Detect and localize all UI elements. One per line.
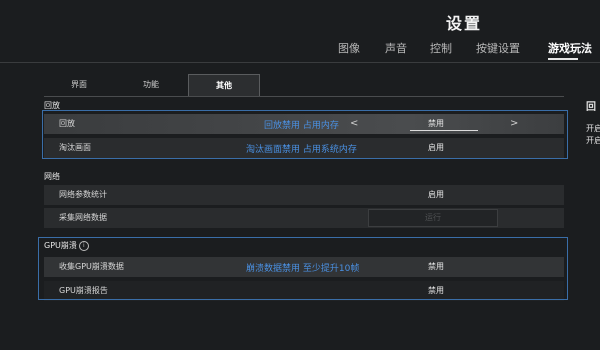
annotation-elimination: 淘汰画面禁用 占用系统内存 xyxy=(246,145,357,155)
setting-row-network-stats[interactable]: 网络参数统计 启用 xyxy=(44,185,564,205)
setting-value: 启用 xyxy=(428,190,444,199)
right-panel-title: 回 xyxy=(586,102,596,113)
run-button[interactable]: 运行 xyxy=(368,209,498,227)
tab-sound[interactable]: 声音 xyxy=(385,40,407,56)
subtab-other[interactable]: 其他 xyxy=(188,74,260,96)
annotation-gpu: 崩溃数据禁用 至少提升10帧 xyxy=(246,264,360,274)
header-divider xyxy=(0,62,600,63)
section-label-network: 网络 xyxy=(44,172,60,181)
right-panel-line: 开启 xyxy=(586,124,600,133)
page-title: 设置 xyxy=(446,14,483,33)
sub-tab-bar: 界面 功能 其他 xyxy=(44,74,564,97)
tab-control[interactable]: 控制 xyxy=(430,40,452,56)
setting-row-collect-network-data: 采集网络数据 运行 xyxy=(44,208,564,228)
annotation-replay: 回放禁用 占用内存 xyxy=(264,121,339,131)
subtab-interface[interactable]: 界面 xyxy=(44,74,114,95)
right-panel-line: 开启 xyxy=(586,136,600,145)
setting-label: 采集网络数据 xyxy=(59,213,107,222)
tab-gameplay[interactable]: 游戏玩法 xyxy=(548,40,592,56)
tab-key-settings[interactable]: 按键设置 xyxy=(476,40,520,56)
tab-image[interactable]: 图像 xyxy=(338,40,360,56)
setting-label: 网络参数统计 xyxy=(59,190,107,199)
active-tab-indicator xyxy=(548,58,578,60)
subtab-function[interactable]: 功能 xyxy=(116,74,186,95)
